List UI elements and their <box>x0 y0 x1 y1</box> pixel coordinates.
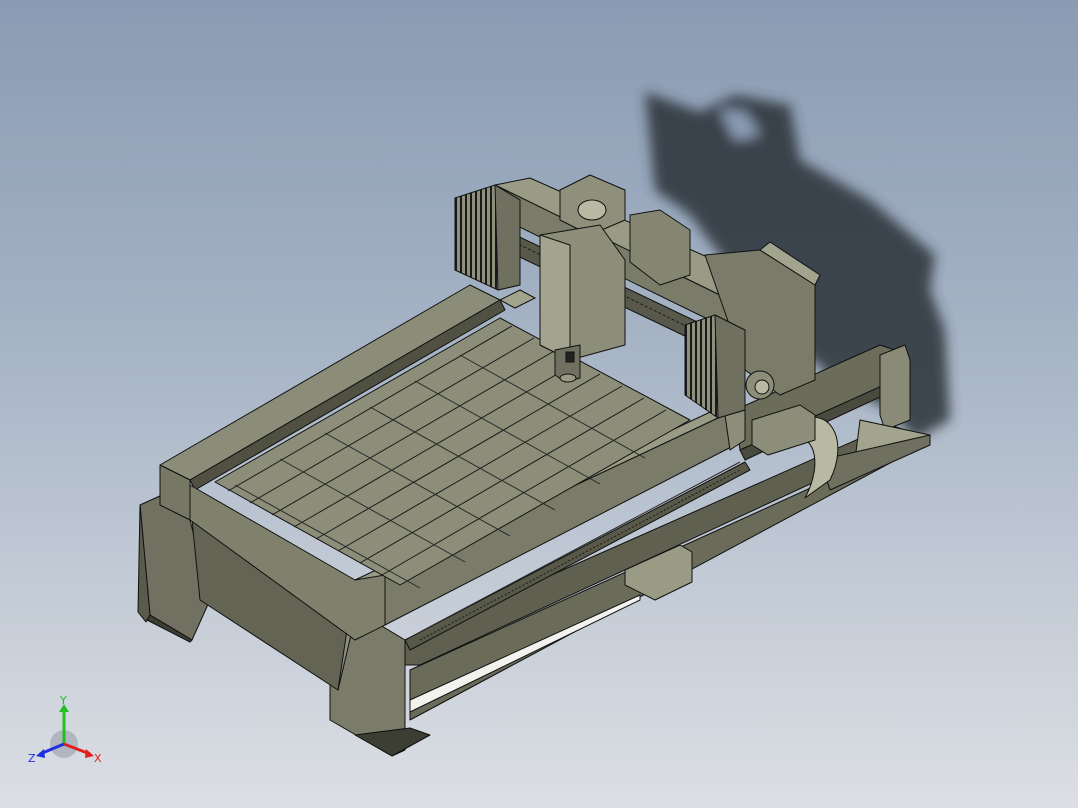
cnc-router-model[interactable] <box>0 0 1078 808</box>
left-motor-heatsink <box>454 184 521 291</box>
x-arrowhead-icon <box>85 749 94 758</box>
coordinate-triad[interactable]: Y X Z <box>26 694 106 770</box>
x-axis-label: X <box>94 752 102 765</box>
z-axis-label: Z <box>28 752 36 765</box>
x-axis-rail-left <box>498 289 537 309</box>
3d-viewport[interactable]: Y X Z <box>0 0 1078 808</box>
z-arrowhead-icon <box>36 749 45 758</box>
y-axis-label: Y <box>59 694 67 707</box>
